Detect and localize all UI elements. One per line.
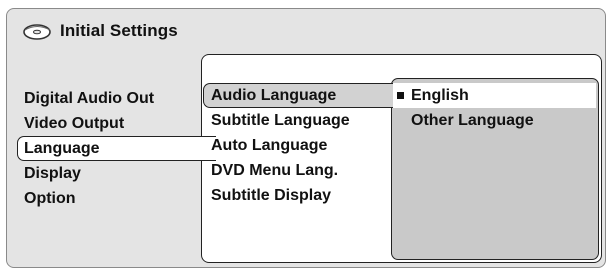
menu-item-digital-audio-out[interactable]: Digital Audio Out [22, 86, 212, 111]
option-other-language[interactable]: Other Language [393, 108, 596, 133]
menu-item-language[interactable]: Language [17, 136, 216, 161]
header: Initial Settings [22, 20, 178, 42]
submenu-item-dvd-menu-lang[interactable]: DVD Menu Lang. [203, 158, 393, 183]
option-english[interactable]: English [393, 83, 596, 108]
menu-item-display[interactable]: Display [22, 161, 212, 186]
submenu-item-subtitle-language[interactable]: Subtitle Language [203, 108, 393, 133]
option-label: Other Language [411, 112, 534, 129]
menu-item-option[interactable]: Option [22, 186, 212, 211]
language-submenu: Audio Language Subtitle Language Auto La… [203, 83, 394, 208]
option-label: English [411, 87, 469, 104]
page-title: Initial Settings [60, 21, 178, 40]
submenu-item-subtitle-display[interactable]: Subtitle Display [203, 183, 393, 208]
left-menu: Digital Audio Out Video Output Language … [17, 86, 216, 211]
submenu-item-auto-language[interactable]: Auto Language [203, 133, 393, 158]
disc-icon [22, 21, 54, 41]
bullet-spacer [397, 117, 404, 124]
initial-settings-screen: Initial Settings Digital Audio Out Video… [0, 0, 612, 276]
menu-item-video-output[interactable]: Video Output [22, 111, 212, 136]
square-bullet-icon [397, 92, 404, 99]
submenu-item-audio-language[interactable]: Audio Language [203, 83, 394, 108]
audio-language-options: English Other Language [393, 83, 596, 133]
